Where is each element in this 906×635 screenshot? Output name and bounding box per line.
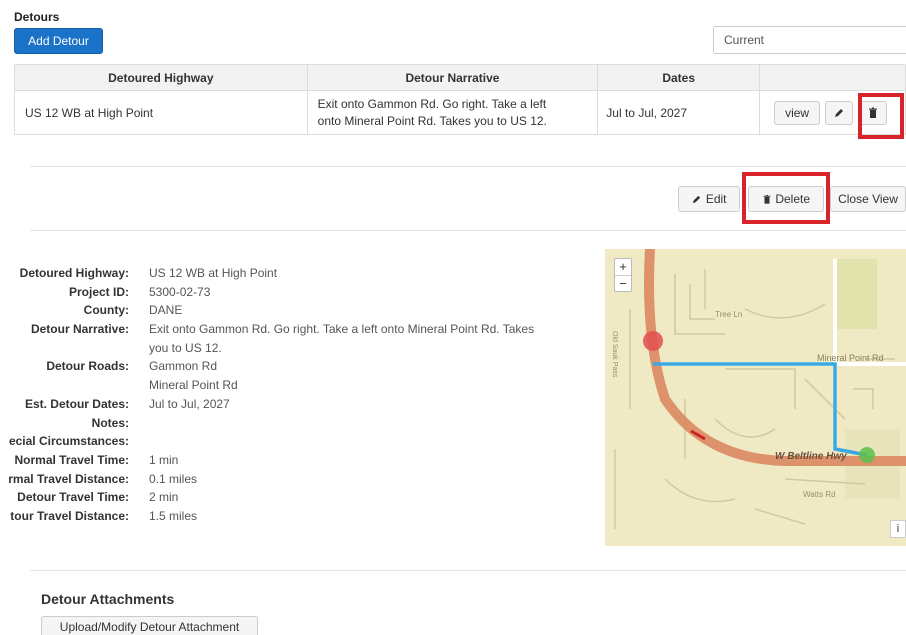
highlight-box (858, 93, 904, 139)
delete-label: Delete (775, 192, 811, 206)
detail-row: tour Travel Distance: 1.5 miles (0, 507, 600, 526)
detail-value: US 12 WB at High Point (149, 266, 278, 280)
detail-label: County: (83, 303, 129, 318)
detail-row: Detour Narrative: Exit onto Gammon Rd. Go… (0, 320, 600, 339)
divider (30, 166, 906, 167)
detail-label: Detour Narrative: (30, 322, 129, 337)
edit-button[interactable]: Edit (678, 186, 740, 212)
detail-label: Detour Roads: (46, 359, 129, 374)
map-label: Tree Ln (715, 310, 742, 319)
table-row[interactable]: US 12 WB at High Point Exit onto Gammon … (14, 90, 906, 135)
detours-title: Detours (14, 10, 60, 24)
detail-label: ecial Circumstances: (8, 434, 129, 449)
table-header-row: Detoured Highway Detour Narrative Dates (14, 64, 906, 91)
detail-row: Detour Roads: Gammon Rd (0, 357, 600, 376)
detail-value: Exit onto Gammon Rd. Go right. Take a le… (149, 322, 535, 337)
detail-value: 5300-02-73 (149, 284, 211, 299)
edit-label: Edit (705, 192, 727, 206)
close-view-button[interactable]: Close View (830, 186, 906, 212)
cell-narrative: Exit onto Gammon Rd. Go right. Take a le… (306, 90, 599, 135)
detail-label: Detoured Highway: (19, 266, 129, 280)
detail-label: Project ID: (68, 284, 129, 299)
detail-row: Project ID: 5300-02-73 (0, 283, 600, 302)
detail-row: you to US 12. (0, 339, 600, 358)
map-label: W Beltline Hwy (775, 451, 847, 462)
detail-row: Notes: (0, 414, 600, 433)
detail-row: Normal Travel Time: 1 min (0, 451, 600, 470)
add-detour-button[interactable]: Add Detour (14, 28, 103, 54)
cell-dates: Jul to Jul, 2027 (597, 90, 761, 135)
column-header-actions (759, 64, 906, 91)
delete-button[interactable]: Delete (748, 186, 824, 212)
detail-row: Mineral Point Rd (0, 376, 600, 395)
zoom-out-button[interactable]: − (615, 276, 631, 292)
column-header-dates[interactable]: Dates (597, 64, 761, 91)
divider (30, 570, 906, 571)
detail-label: Est. Detour Dates: (24, 396, 129, 411)
detail-value: 0.1 miles (149, 471, 198, 486)
detail-row: ecial Circumstances: (0, 432, 600, 451)
detail-row: Detour Travel Time: 2 min (0, 488, 600, 507)
detail-row: County: DANE (0, 301, 600, 320)
status-filter-select[interactable]: Current (713, 26, 906, 54)
detour-details: Detoured Highway: US 12 WB at High Point … (0, 264, 600, 526)
detail-row: Detoured Highway: US 12 WB at High Point (0, 264, 600, 283)
attachments-title: Detour Attachments (41, 591, 175, 607)
trash-icon (763, 195, 771, 204)
detail-label: rmal Travel Distance: (8, 471, 129, 486)
detail-value: 2 min (149, 490, 179, 505)
detail-value: Mineral Point Rd (149, 378, 238, 393)
detail-value: 1.5 miles (149, 508, 198, 523)
cell-highway: US 12 WB at High Point (14, 90, 308, 135)
detail-value: Jul to Jul, 2027 (149, 396, 230, 411)
zoom-control: + − (614, 258, 632, 292)
pencil-icon (693, 196, 701, 204)
detail-label: tour Travel Distance: (10, 508, 129, 523)
divider (30, 230, 906, 231)
view-button[interactable]: view (774, 100, 821, 125)
detour-map[interactable]: Tree Ln Mineral Point Rd W Beltline Hwy … (605, 249, 906, 546)
zoom-in-button[interactable]: + (615, 259, 631, 275)
detail-row: rmal Travel Distance: 0.1 miles (0, 470, 600, 489)
detail-value: you to US 12. (149, 340, 222, 355)
map-info-button[interactable]: i (890, 520, 906, 538)
detours-table: Detoured Highway Detour Narrative Dates … (14, 64, 906, 135)
edit-row-button[interactable] (825, 100, 854, 125)
start-marker[interactable] (643, 331, 663, 351)
map-canvas[interactable]: Tree Ln Mineral Point Rd W Beltline Hwy … (605, 249, 906, 546)
column-header-narrative[interactable]: Detour Narrative (306, 64, 599, 91)
detail-label: Notes: (91, 415, 129, 430)
detail-value: DANE (149, 303, 183, 318)
detail-label: Normal Travel Time: (14, 452, 130, 467)
upload-attachment-button[interactable]: Upload/Modify Detour Attachment (41, 616, 258, 635)
detail-label: Detour Travel Time: (17, 490, 129, 505)
map-label: Old Sauk Pass (611, 331, 618, 378)
map-label: Watts Rd (803, 490, 836, 499)
narrative-line: Exit onto Gammon Rd. Go right. Take a le… (317, 96, 547, 111)
end-marker[interactable] (859, 447, 875, 463)
map-label: Mineral Point Rd (817, 353, 884, 363)
detail-value: 1 min (149, 452, 179, 467)
detail-value: Gammon Rd (149, 359, 218, 374)
column-header-highway[interactable]: Detoured Highway (14, 64, 308, 91)
narrative-line: onto Mineral Point Rd. Takes you to US 1… (317, 113, 547, 128)
pencil-icon (835, 109, 844, 118)
detail-row: Est. Detour Dates: Jul to Jul, 2027 (0, 395, 600, 414)
